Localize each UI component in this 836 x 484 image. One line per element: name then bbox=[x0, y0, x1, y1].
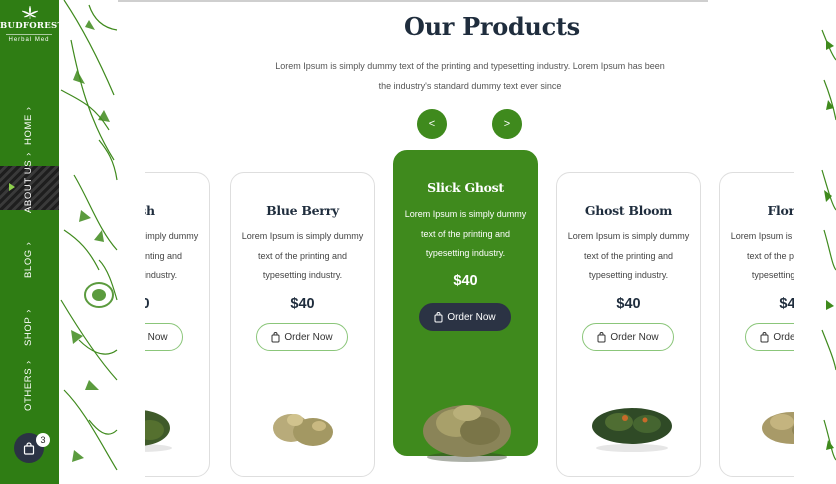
shopping-bag-icon bbox=[760, 331, 769, 342]
product-price: $40 bbox=[145, 296, 150, 312]
order-now-button[interactable]: Order Now bbox=[745, 323, 794, 351]
chevron-right-icon: › bbox=[23, 241, 33, 246]
nav-label: HOME bbox=[23, 114, 34, 145]
chevron-right-icon: › bbox=[23, 309, 33, 313]
product-card[interactable]: Kush Lorem Ipsum is simply dummy text of… bbox=[145, 172, 210, 477]
order-now-label: Order Now bbox=[773, 331, 794, 343]
product-price: $40 bbox=[616, 296, 641, 312]
carousel-prev-button[interactable]: < bbox=[417, 109, 447, 139]
product-card-featured[interactable]: Slick Ghost Lorem Ipsum is simply dummy … bbox=[393, 150, 538, 462]
active-arrow-icon bbox=[9, 183, 15, 191]
product-card[interactable]: Ghost Bloom Lorem Ipsum is simply dummy … bbox=[556, 172, 701, 477]
order-now-button[interactable]: Order Now bbox=[582, 323, 674, 351]
product-description: Lorem Ipsum is simply dummy text of the … bbox=[241, 231, 364, 280]
product-name: Blue Berry bbox=[266, 203, 339, 218]
product-carousel: Kush Lorem Ipsum is simply dummy text of… bbox=[145, 150, 794, 484]
cannabis-bud-image bbox=[273, 414, 333, 446]
shopping-bag-icon bbox=[434, 311, 443, 322]
product-price: $40 bbox=[290, 296, 315, 312]
order-now-label: Order Now bbox=[610, 331, 659, 343]
chevron-right-icon: › bbox=[23, 152, 33, 156]
top-border bbox=[118, 0, 708, 2]
nav-item-blog[interactable]: BLOG › bbox=[23, 242, 34, 278]
product-description: Lorem Ipsum is simply dummy text of the … bbox=[145, 231, 199, 280]
nav-item-home[interactable]: HOME › bbox=[23, 106, 34, 145]
nav-label: ABOUT US bbox=[23, 159, 34, 213]
cart-count-badge: 3 bbox=[36, 433, 50, 447]
product-name: Slick Ghost bbox=[427, 180, 504, 195]
nav-label: OTHERS bbox=[23, 367, 34, 411]
sidebar: BUDFOREST Herbal Med HOME › ABOUT US › BLO… bbox=[0, 0, 65, 484]
product-price: $40 bbox=[453, 273, 478, 289]
brand-name: BUDFOREST bbox=[0, 21, 65, 31]
product-price: $40 bbox=[779, 296, 794, 312]
chevron-right-icon: › bbox=[23, 360, 33, 364]
shopping-bag-icon bbox=[597, 331, 606, 342]
order-now-label: Order Now bbox=[284, 331, 333, 343]
nav-item-others[interactable]: OTHERS › bbox=[23, 360, 34, 411]
nav-label: SHOP bbox=[23, 316, 34, 346]
cannabis-bud-image bbox=[423, 405, 511, 462]
section-intro: Lorem Ipsum is simply dummy text of the … bbox=[275, 61, 665, 91]
product-description: Lorem Ipsum is simply dummy text of the … bbox=[567, 231, 690, 280]
product-name: Kush bbox=[145, 203, 155, 218]
nav-item-shop[interactable]: SHOP › bbox=[23, 309, 34, 346]
product-card[interactable]: Blue Berry Lorem Ipsum is simply dummy t… bbox=[230, 172, 375, 477]
order-now-button[interactable]: Order Now bbox=[145, 323, 183, 351]
cannabis-bud-image bbox=[592, 408, 672, 452]
nav-item-about-us[interactable]: ABOUT US › bbox=[23, 152, 34, 213]
product-description: Lorem Ipsum is simply dummy text of the … bbox=[730, 231, 794, 280]
product-name: Florida bbox=[767, 203, 794, 218]
brand-logo[interactable]: BUDFOREST Herbal Med bbox=[0, 6, 65, 43]
cannabis-bud-image bbox=[145, 410, 172, 452]
nav-label: BLOG bbox=[23, 249, 34, 278]
order-now-label: Order Now bbox=[145, 331, 168, 343]
shopping-bag-icon bbox=[23, 441, 35, 455]
product-card[interactable]: Florida Lorem Ipsum is simply dummy text… bbox=[719, 172, 794, 477]
order-now-button[interactable]: Order Now bbox=[419, 303, 511, 331]
decorative-leaf-border-left bbox=[59, 0, 118, 484]
product-name: Ghost Bloom bbox=[584, 203, 673, 218]
carousel-next-button[interactable]: > bbox=[492, 109, 522, 139]
product-description: Lorem Ipsum is simply dummy text of the … bbox=[404, 209, 527, 258]
decorative-leaf-border-right bbox=[820, 0, 836, 484]
brand-tagline: Herbal Med bbox=[6, 34, 52, 43]
cannabis-leaf-icon bbox=[21, 6, 38, 19]
shopping-bag-icon bbox=[271, 331, 280, 342]
order-now-button[interactable]: Order Now bbox=[256, 323, 348, 351]
cannabis-bud-image bbox=[762, 412, 794, 444]
chevron-right-icon: › bbox=[23, 106, 33, 111]
order-now-label: Order Now bbox=[447, 311, 496, 323]
section-title: Our Products bbox=[404, 12, 580, 41]
